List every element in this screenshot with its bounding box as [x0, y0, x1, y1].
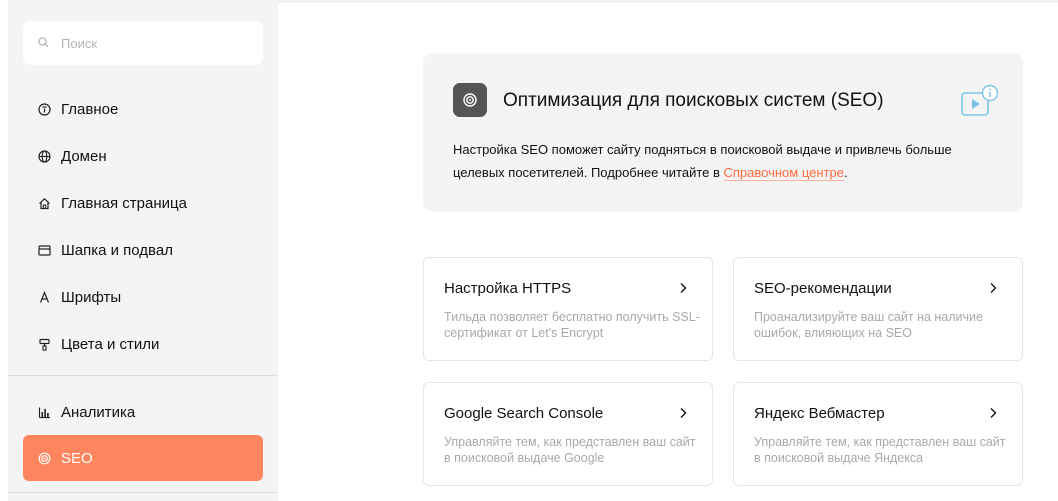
sidebar-item-label: SEO	[61, 449, 93, 467]
home-icon	[37, 196, 51, 210]
top-border	[278, 0, 1058, 3]
settings-sidebar: Главное Домен Главная страница Шапка и п…	[8, 0, 278, 501]
bar-chart-icon	[37, 405, 51, 419]
sidebar-item-homepage[interactable]: Главная страница	[23, 180, 263, 226]
card-title: Настройка HTTPS	[444, 280, 572, 297]
card-google-search-console[interactable]: Google Search Console Управляйте тем, ка…	[423, 382, 713, 486]
sidebar-item-label: Главное	[61, 100, 119, 118]
sidebar-divider	[8, 492, 278, 493]
sidebar-item-main[interactable]: Главное	[23, 86, 263, 132]
search-input[interactable]	[61, 35, 241, 51]
card-description: Проанализируйте ваш сайт на наличие ошиб…	[754, 310, 983, 340]
video-help-icon[interactable]	[960, 84, 1000, 120]
sidebar-divider	[8, 375, 278, 376]
sidebar-item-label: Аналитика	[61, 403, 136, 421]
chevron-right-icon	[990, 408, 997, 418]
paint-roller-icon	[37, 337, 51, 351]
sidebar-item-label: Шапка и подвал	[61, 241, 173, 259]
target-icon	[37, 451, 51, 465]
font-icon	[37, 290, 51, 304]
card-description: Управляйте тем, как представлен ваш сайт…	[444, 435, 696, 465]
chevron-right-icon	[680, 408, 687, 418]
intro-description: Настройка SEO поможет сайту подняться в …	[453, 138, 973, 184]
card-https[interactable]: Настройка HTTPS Тильда позволяет бесплат…	[423, 257, 713, 361]
intro-text: Настройка SEO поможет сайту подняться в …	[453, 142, 952, 180]
sidebar-item-label: Шрифты	[61, 288, 122, 306]
globe-icon	[37, 149, 51, 163]
sidebar-item-fonts[interactable]: Шрифты	[23, 274, 263, 320]
sidebar-item-colors-styles[interactable]: Цвета и стили	[23, 321, 263, 367]
page-title: Оптимизация для поисковых систем (SEO)	[503, 90, 884, 111]
seo-badge	[453, 83, 487, 117]
sidebar-item-label: Цвета и стили	[61, 335, 160, 353]
help-center-link[interactable]: Справочном центре	[723, 165, 844, 181]
card-title: Яндекс Вебмастер	[754, 405, 885, 422]
sidebar-item-analytics[interactable]: Аналитика	[23, 389, 263, 435]
sidebar-item-seo[interactable]: SEO	[23, 435, 263, 481]
card-seo-recommendations[interactable]: SEO-рекомендации Проанализируйте ваш сай…	[733, 257, 1023, 361]
card-title: SEO-рекомендации	[754, 280, 892, 297]
chevron-right-icon	[680, 283, 687, 293]
search-icon	[37, 36, 51, 50]
sidebar-item-label: Главная страница	[61, 194, 187, 212]
sidebar-item-label: Домен	[61, 147, 107, 165]
info-icon	[37, 102, 51, 116]
card-description: Управляйте тем, как представлен ваш сайт…	[754, 435, 1006, 465]
sidebar-item-domain[interactable]: Домен	[23, 133, 263, 179]
card-yandex-webmaster[interactable]: Яндекс Вебмастер Управляйте тем, как пре…	[733, 382, 1023, 486]
intro-text-end: .	[843, 165, 848, 180]
search-box[interactable]	[23, 21, 263, 65]
card-title: Google Search Console	[444, 405, 604, 422]
target-icon	[463, 93, 477, 107]
card-description: Тильда позволяет бесплатно получить SSL-…	[444, 310, 700, 340]
sidebar-item-header-footer[interactable]: Шапка и подвал	[23, 227, 263, 273]
seo-intro-panel: Оптимизация для поисковых систем (SEO) Н…	[423, 53, 1023, 212]
layout-icon	[37, 243, 51, 257]
chevron-right-icon	[990, 283, 997, 293]
